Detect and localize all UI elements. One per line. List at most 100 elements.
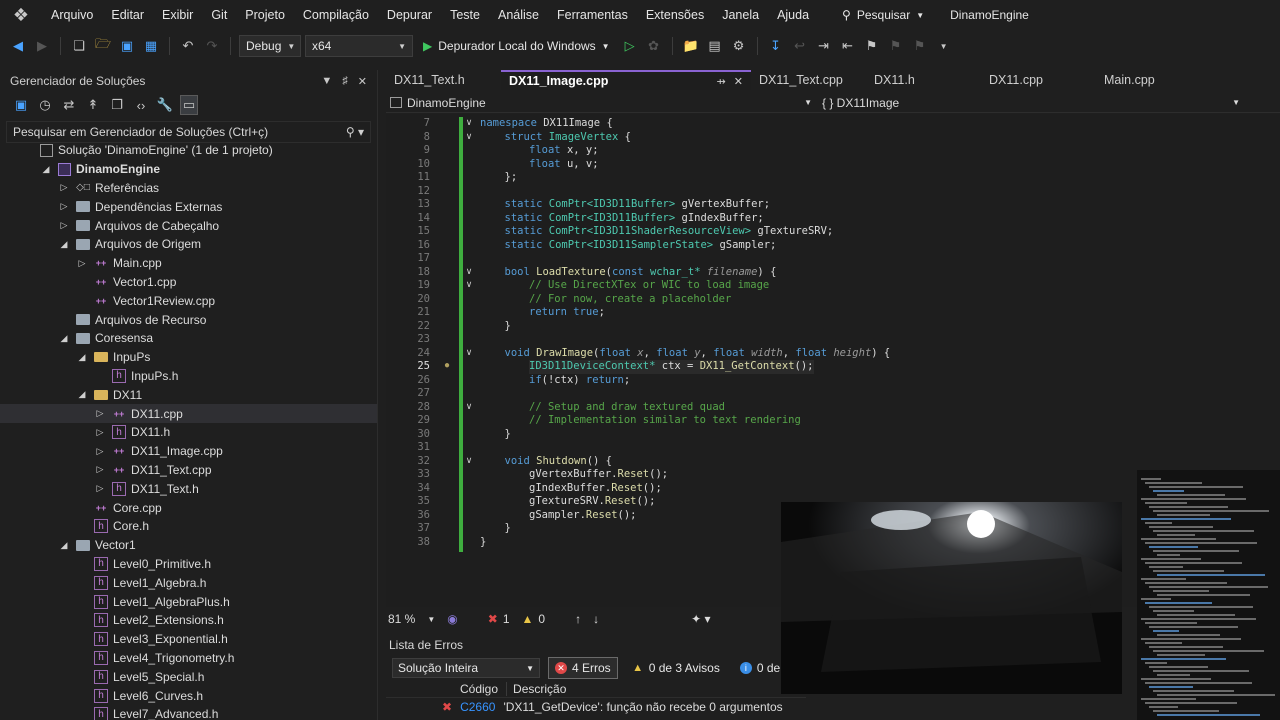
warnings-filter-toggle[interactable]: ▲ 0 de 3 Avisos xyxy=(626,657,726,679)
step-into-icon[interactable]: ↧ xyxy=(766,36,786,56)
tree-item[interactable]: ▷ Arquivos de Cabeçalho xyxy=(0,216,377,235)
column-header-code[interactable]: Código xyxy=(460,682,498,696)
code-line[interactable]: // Use DirectXTex or WIC to load image xyxy=(529,279,769,293)
menu-item-ferramentas[interactable]: Ferramentas xyxy=(548,8,637,22)
menu-item-depurar[interactable]: Depurar xyxy=(378,8,441,22)
panel-menu-icon[interactable]: ▼ xyxy=(321,75,332,88)
bookmark-icon[interactable]: ⚑ xyxy=(862,36,882,56)
code-line[interactable]: bool LoadTexture(const wchar_t* filename… xyxy=(505,266,777,280)
tab-dx11-text-cpp[interactable]: DX11_Text.cpp xyxy=(751,70,866,90)
collapsed-chevron-icon[interactable]: ▷ xyxy=(94,408,106,419)
collapse-all-icon[interactable]: ↟ xyxy=(84,95,102,115)
tab-dx11-h[interactable]: DX11.h xyxy=(866,70,981,90)
warning-count[interactable]: ▲ 0 xyxy=(522,612,546,626)
expanded-chevron-icon[interactable]: ◢ xyxy=(76,352,88,363)
next-issue-icon[interactable]: ↓ xyxy=(593,612,599,626)
tree-item[interactable]: ▷ h DX11.h xyxy=(0,423,377,442)
code-line[interactable]: gVertexBuffer.Reset(); xyxy=(529,468,668,482)
collapsed-chevron-icon[interactable]: ▷ xyxy=(94,464,106,475)
tree-item[interactable]: ◢ DinamoEngine xyxy=(0,160,377,179)
copilot-icon[interactable]: ◉ xyxy=(447,612,457,626)
menu-item-ajuda[interactable]: Ajuda xyxy=(768,8,818,22)
fold-toggle-icon[interactable]: ∨ xyxy=(464,279,474,290)
scope-dropdown[interactable]: { } DX11Image ▼ xyxy=(816,96,1246,110)
tree-item[interactable]: h Core.h xyxy=(0,517,377,536)
code-line[interactable]: } xyxy=(505,522,511,536)
code-line[interactable]: } xyxy=(480,536,486,550)
platform-select[interactable]: x64 ▼ xyxy=(305,35,413,57)
menu-item-editar[interactable]: Editar xyxy=(102,8,153,22)
tree-item[interactable]: ▷ Dependências Externas xyxy=(0,197,377,216)
scope-select[interactable]: Solução Inteira ▼ xyxy=(392,658,540,678)
visual-studio-logo-icon[interactable]: ❖ xyxy=(10,4,32,26)
menu-item-teste[interactable]: Teste xyxy=(441,8,489,22)
tree-item[interactable]: ++ Vector1Review.cpp xyxy=(0,291,377,310)
tree-item[interactable]: ++ Vector1.cpp xyxy=(0,273,377,292)
collapsed-chevron-icon[interactable]: ▷ xyxy=(94,483,106,494)
fold-toggle-icon[interactable]: ∨ xyxy=(464,131,474,142)
code-line[interactable]: void Shutdown() { xyxy=(505,455,613,469)
code-line[interactable]: // Setup and draw textured quad xyxy=(529,401,725,415)
fold-toggle-icon[interactable]: ∨ xyxy=(464,455,474,466)
tree-item[interactable]: h Level6_Curves.h xyxy=(0,686,377,705)
tree-item[interactable]: h Level1_AlgebraPlus.h xyxy=(0,592,377,611)
code-line[interactable]: // Implementation similar to text render… xyxy=(529,414,801,428)
tree-item[interactable]: ▷ ◇□ Referências xyxy=(0,179,377,198)
folder-view-icon[interactable]: 📁 xyxy=(681,36,701,56)
preview-selected-icon[interactable]: ▭ xyxy=(180,95,198,115)
tree-item[interactable]: ◢ InpuPs xyxy=(0,348,377,367)
toolbar-overflow-icon[interactable]: ▼ xyxy=(934,36,954,56)
menu-item-extensoes[interactable]: Extensões xyxy=(637,8,713,22)
menu-item-compilacao[interactable]: Compilação xyxy=(294,8,378,22)
hot-reload-icon[interactable]: ✿ xyxy=(644,36,664,56)
switch-views-icon[interactable]: ▣ xyxy=(12,95,30,115)
tree-item[interactable]: h Level5_Special.h xyxy=(0,667,377,686)
tree-item[interactable]: h Level2_Extensions.h xyxy=(0,611,377,630)
column-header-description[interactable]: Descrição xyxy=(506,681,566,696)
code-line[interactable]: }; xyxy=(505,171,518,185)
tab-dx11-image-cpp[interactable]: DX11_Image.cpp ⇸ ✕ xyxy=(501,70,751,90)
expanded-chevron-icon[interactable]: ◢ xyxy=(40,164,52,175)
menu-item-analise[interactable]: Análise xyxy=(489,8,548,22)
zoom-level[interactable]: 81 % xyxy=(388,612,415,626)
code-line[interactable]: return true; xyxy=(529,306,605,320)
tree-item[interactable]: h Level1_Algebra.h xyxy=(0,573,377,592)
tree-item[interactable]: ▷ ++ Main.cpp xyxy=(0,254,377,273)
start-without-debugging-icon[interactable]: ▷ xyxy=(620,36,640,56)
code-cleanup-icon[interactable]: ✦ ▾ xyxy=(691,612,710,626)
outdent-icon[interactable]: ⇤ xyxy=(838,36,858,56)
save-all-icon[interactable]: ▦ xyxy=(141,36,161,56)
undo-icon[interactable]: ↶ xyxy=(178,36,198,56)
tree-item[interactable]: ▷ ++ DX11_Text.cpp xyxy=(0,461,377,480)
pin-tab-icon[interactable]: ⇸ xyxy=(717,75,726,88)
menu-item-arquivo[interactable]: Arquivo xyxy=(42,8,102,22)
error-count[interactable]: ✖ 1 xyxy=(488,612,510,626)
tree-item[interactable]: ++ Core.cpp xyxy=(0,498,377,517)
sync-icon[interactable]: ⇄ xyxy=(60,95,78,115)
history-icon[interactable]: ◷ xyxy=(36,95,54,115)
menu-item-git[interactable]: Git xyxy=(202,8,236,22)
tree-item[interactable]: h InpuPs.h xyxy=(0,367,377,386)
fold-toggle-icon[interactable]: ∨ xyxy=(464,401,474,412)
tree-item[interactable]: ▷ ++ DX11_Image.cpp xyxy=(0,442,377,461)
search-menu-button[interactable]: ⚲ Pesquisar ▼ xyxy=(832,8,934,22)
collapsed-chevron-icon[interactable]: ▷ xyxy=(76,258,88,269)
error-code-link[interactable]: C2660 xyxy=(460,700,495,714)
prev-bookmark-icon[interactable]: ⚑ xyxy=(886,36,906,56)
code-line[interactable]: } xyxy=(505,428,511,442)
tab-main-cpp[interactable]: Main.cpp xyxy=(1096,70,1211,90)
menu-item-projeto[interactable]: Projeto xyxy=(236,8,294,22)
save-icon[interactable]: ▣ xyxy=(117,36,137,56)
collapsed-chevron-icon[interactable]: ▷ xyxy=(58,220,70,231)
tree-item[interactable]: ◢ Arquivos de Origem xyxy=(0,235,377,254)
navigate-back-icon[interactable]: ◀ xyxy=(8,36,28,56)
code-line[interactable]: void DrawImage(float x, float y, float w… xyxy=(505,347,891,361)
code-line[interactable]: // For now, create a placeholder xyxy=(529,293,731,307)
code-line[interactable]: static ComPtr<ID3D11SamplerState> gSampl… xyxy=(505,239,777,253)
indent-icon[interactable]: ⇥ xyxy=(814,36,834,56)
code-line[interactable]: namespace DX11Image { xyxy=(480,117,613,131)
code-line[interactable]: gSampler.Reset(); xyxy=(529,509,636,523)
tree-item[interactable]: Arquivos de Recurso xyxy=(0,310,377,329)
code-line[interactable]: if(!ctx) return; xyxy=(529,374,630,388)
tree-item[interactable]: ▷ h DX11_Text.h xyxy=(0,479,377,498)
